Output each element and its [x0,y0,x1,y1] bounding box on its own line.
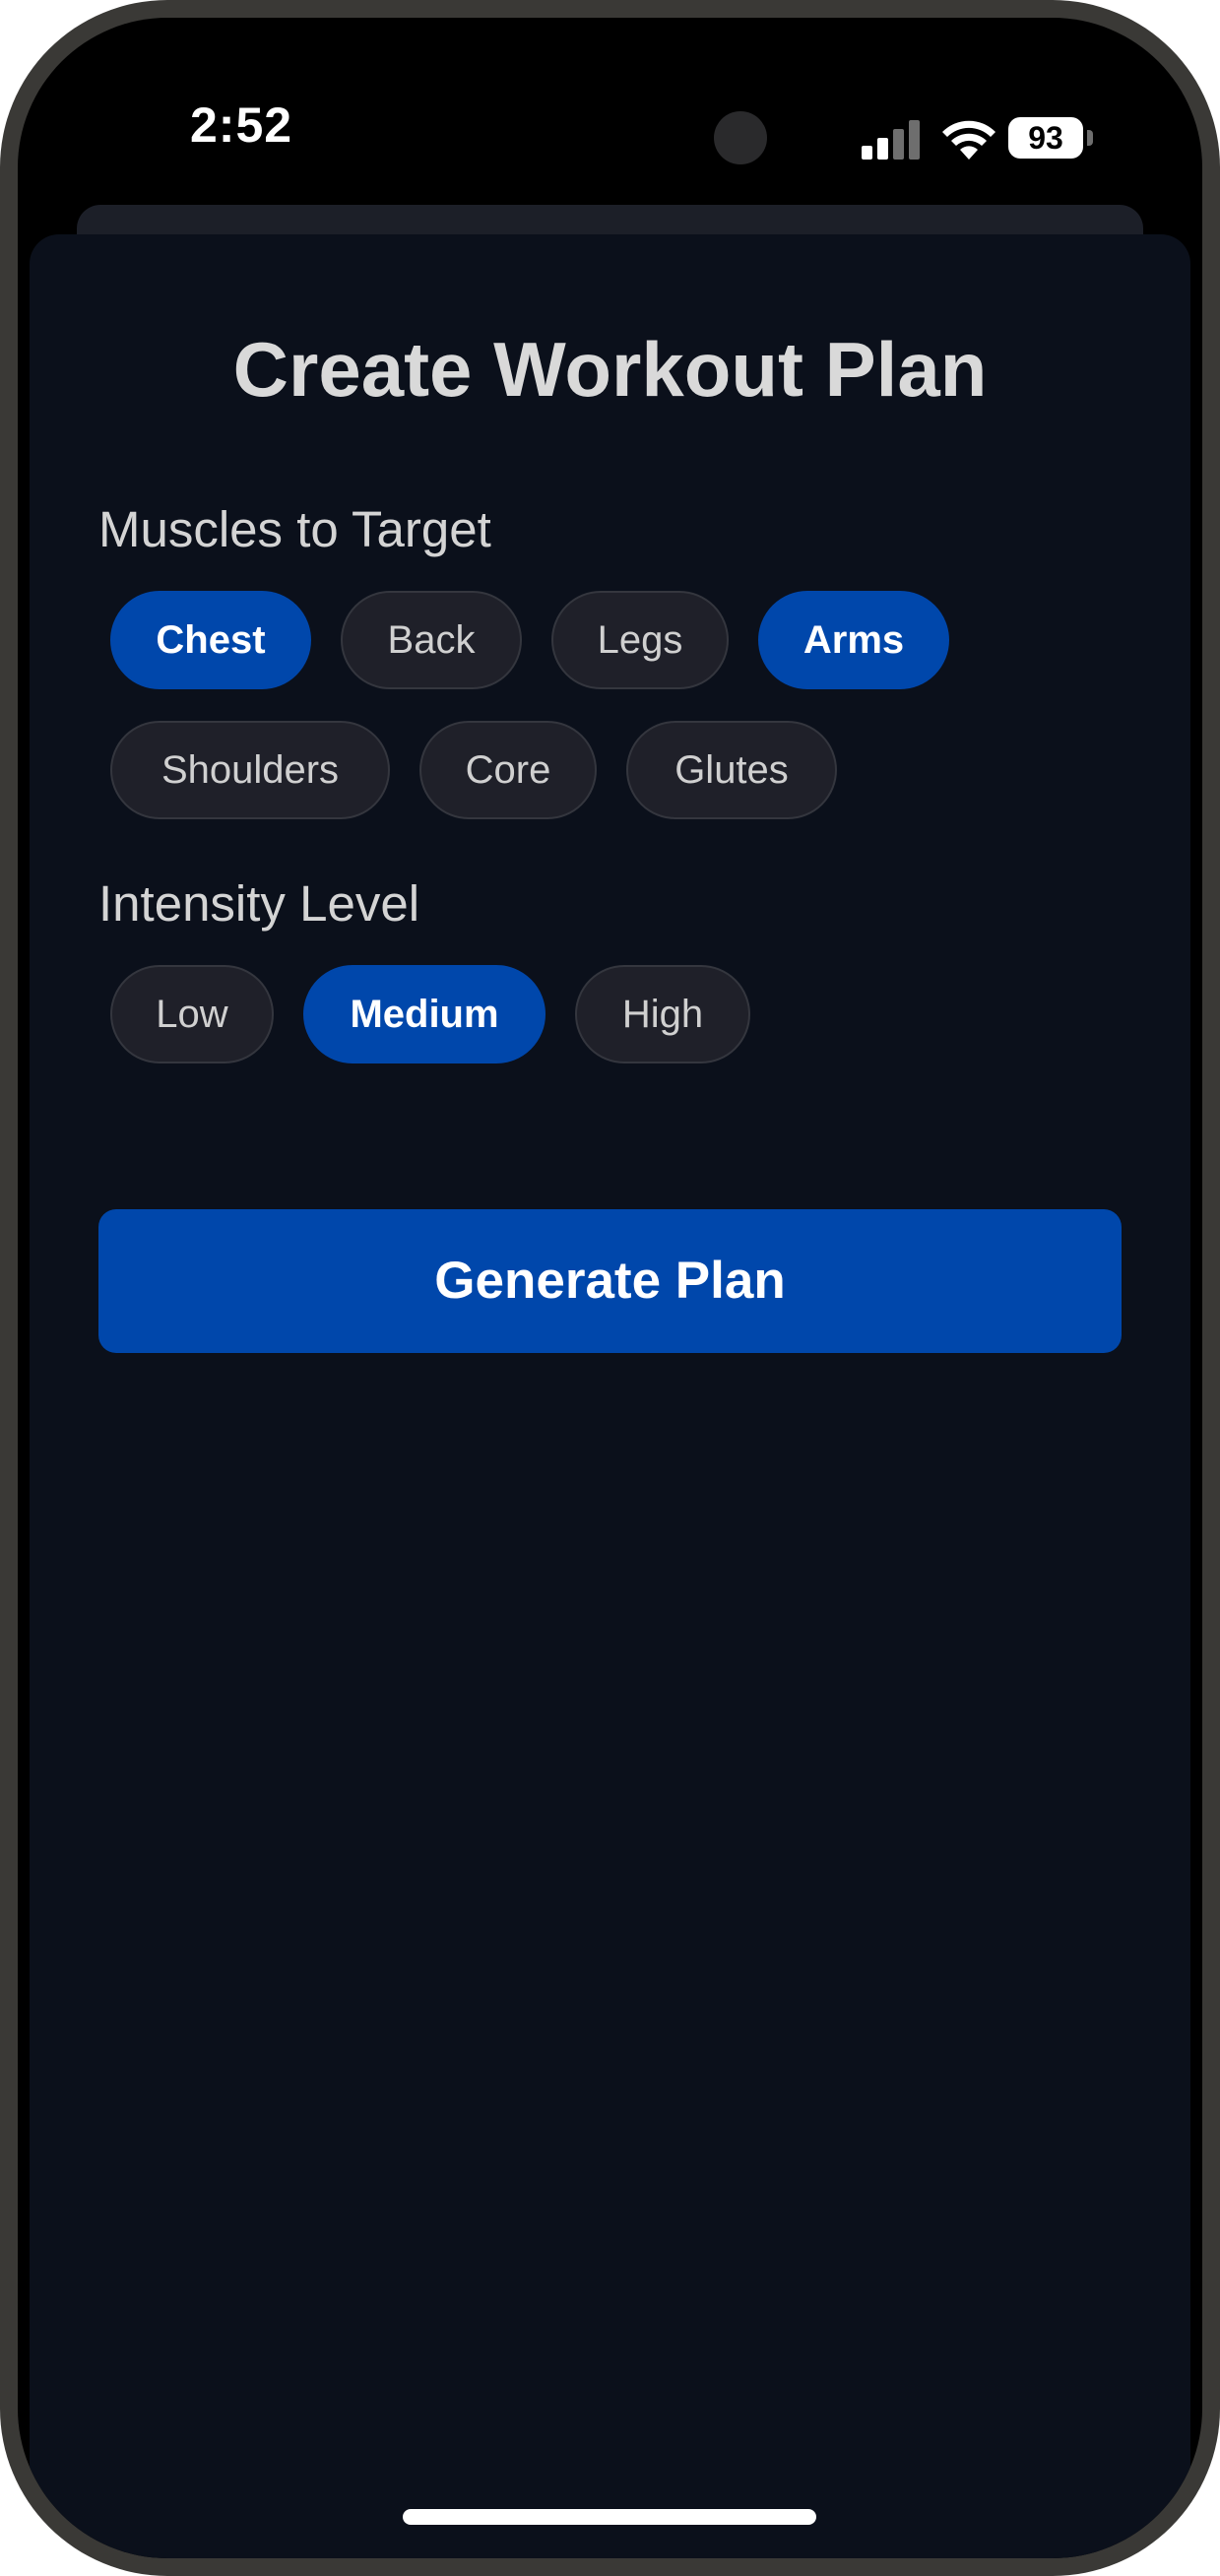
chip-arms[interactable]: Arms [758,591,949,689]
intensity-section-label: Intensity Level [98,875,420,932]
chip-chest[interactable]: Chest [110,591,311,689]
battery-level: 93 [1008,117,1083,159]
chip-glutes[interactable]: Glutes [626,721,837,819]
status-time: 2:52 [190,97,293,153]
home-indicator[interactable] [403,2509,816,2525]
chip-core[interactable]: Core [419,721,597,819]
chip-back[interactable]: Back [341,591,522,689]
page-title: Create Workout Plan [232,326,988,413]
workout-plan-sheet: Create Workout Plan Muscles to Target Ch… [30,234,1190,2558]
generate-plan-button[interactable]: Generate Plan [98,1209,1122,1353]
phone-screen: 2:52 93 Create Workout Plan Muscles to T… [18,18,1202,2558]
signal-icon [862,120,920,160]
front-camera [714,111,767,164]
chip-high[interactable]: High [575,965,750,1063]
phone-frame: 2:52 93 Create Workout Plan Muscles to T… [0,0,1220,2576]
chip-legs[interactable]: Legs [551,591,729,689]
wifi-icon [942,120,995,160]
chip-medium[interactable]: Medium [303,965,546,1063]
muscles-section-label: Muscles to Target [98,501,491,557]
battery-tip [1087,130,1093,146]
chip-low[interactable]: Low [110,965,274,1063]
battery-icon: 93 [1008,117,1097,159]
chip-shoulders[interactable]: Shoulders [110,721,390,819]
